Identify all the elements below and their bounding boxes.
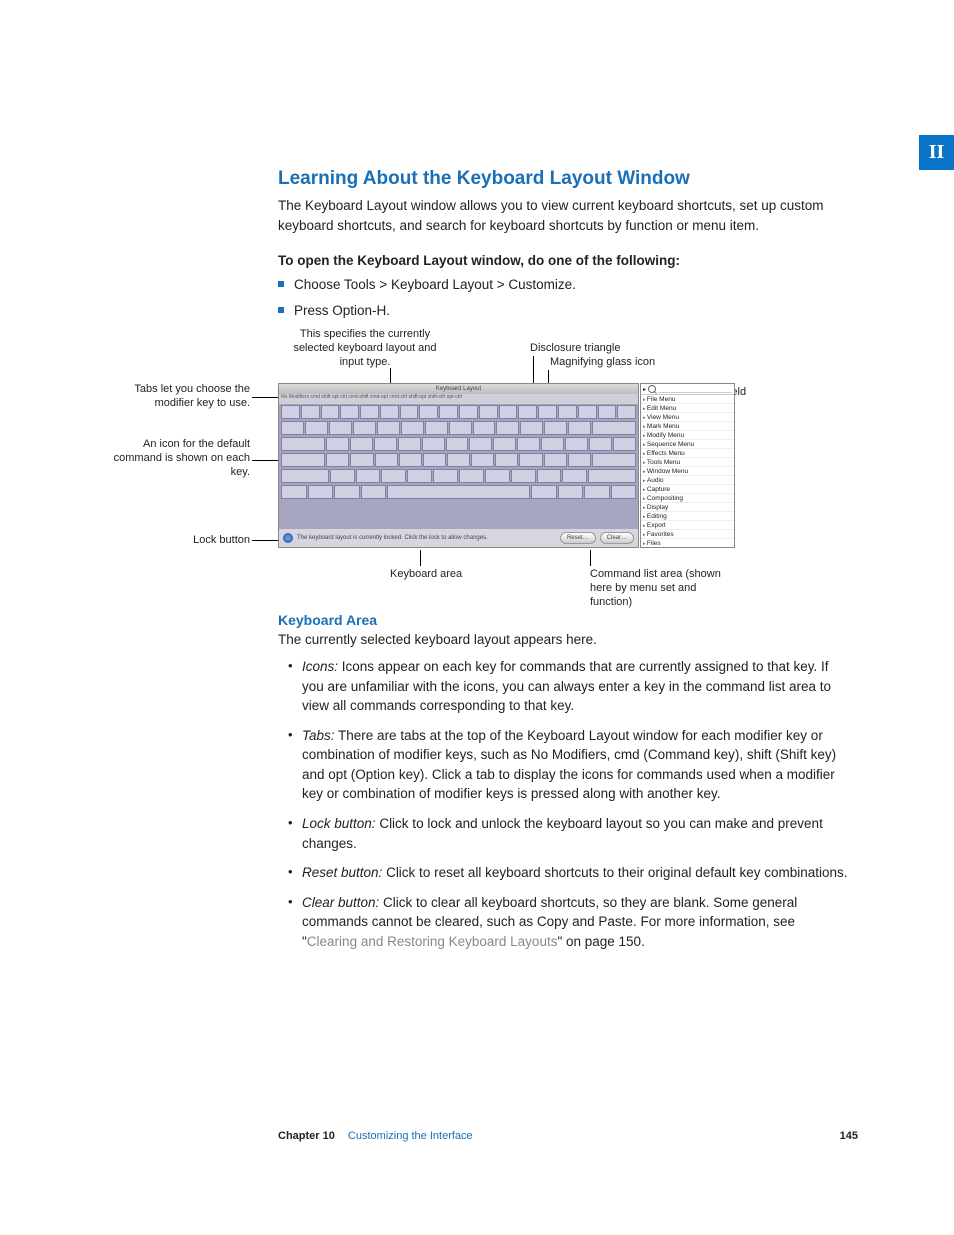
command-list-item[interactable]: Sequence Menu: [641, 440, 734, 449]
definition-text: Click to lock and unlock the keyboard la…: [302, 816, 823, 851]
command-list-item[interactable]: Window Menu: [641, 467, 734, 476]
command-list-item[interactable]: Capture: [641, 485, 734, 494]
cross-reference-link[interactable]: Clearing and Restoring Keyboard Layouts: [307, 934, 558, 949]
open-step: Press Option-H.: [278, 300, 858, 322]
definition-text: Click to reset all keyboard shortcuts to…: [382, 865, 847, 880]
lock-icon[interactable]: [283, 533, 293, 543]
definition-term: Lock button:: [302, 816, 376, 831]
intro-paragraph: The Keyboard Layout window allows you to…: [278, 196, 858, 235]
command-list-items[interactable]: File MenuEdit MenuView MenuMark MenuModi…: [641, 395, 734, 548]
command-list-item[interactable]: Export: [641, 521, 734, 530]
lock-status-text: The keyboard layout is currently locked.…: [297, 535, 556, 541]
open-steps-list: Choose Tools > Keyboard Layout > Customi…: [278, 274, 858, 321]
open-instruction-lead: To open the Keyboard Layout window, do o…: [278, 253, 858, 268]
command-list-item[interactable]: Modify Menu: [641, 431, 734, 440]
command-list-item[interactable]: Editing: [641, 512, 734, 521]
chapter-name: Customizing the Interface: [348, 1130, 473, 1142]
chapter-number: Chapter 10: [278, 1130, 335, 1142]
search-input[interactable]: [658, 386, 732, 393]
command-list-item[interactable]: Display: [641, 503, 734, 512]
page-number: 145: [840, 1130, 858, 1142]
command-list-item[interactable]: Tools Menu: [641, 458, 734, 467]
section-heading: Learning About the Keyboard Layout Windo…: [278, 168, 858, 190]
command-list-item[interactable]: Audio: [641, 476, 734, 485]
definition-text: There are tabs at the top of the Keyboar…: [302, 728, 836, 802]
callout-keyboard-area: Keyboard area: [390, 568, 462, 582]
command-list-panel: ▸ File MenuEdit MenuView MenuMark MenuMo…: [640, 383, 735, 548]
definition-term: Icons:: [302, 659, 338, 674]
callout-command-list: Command list area (shown here by menu se…: [590, 568, 740, 609]
definition-term: Reset button:: [302, 865, 382, 880]
search-row: ▸: [641, 384, 734, 395]
keyboard-area[interactable]: [279, 404, 638, 529]
status-bar: The keyboard layout is currently locked.…: [279, 529, 638, 547]
command-list-item[interactable]: Mark Menu: [641, 422, 734, 431]
command-list-item[interactable]: Compositing: [641, 494, 734, 503]
callout-lock-button: Lock button: [110, 534, 250, 548]
disclosure-icon[interactable]: ▸: [643, 386, 646, 393]
definition-item: Lock button: Click to lock and unlock th…: [288, 814, 848, 853]
callout-magnify: Magnifying glass icon: [550, 356, 690, 370]
command-list-item[interactable]: View Menu: [641, 413, 734, 422]
open-step: Choose Tools > Keyboard Layout > Customi…: [278, 274, 858, 296]
modifier-tabs[interactable]: No Modifiers cmd shift opt ctrl cmd-shif…: [279, 394, 638, 404]
definition-term: Tabs:: [302, 728, 335, 743]
callout-tabs: Tabs let you choose the modifier key to …: [110, 383, 250, 411]
command-list-item[interactable]: Effects Menu: [641, 449, 734, 458]
command-list-item[interactable]: Favorites: [641, 530, 734, 539]
keyboard-layout-window: Keyboard Layout No Modifiers cmd shift o…: [278, 383, 639, 548]
definition-term: Clear button:: [302, 895, 379, 910]
callout-default-icon: An icon for the default command is shown…: [110, 438, 250, 479]
command-list-item[interactable]: Edit Menu: [641, 404, 734, 413]
magnifying-glass-icon[interactable]: [648, 385, 656, 393]
subsection-heading: Keyboard Area: [278, 612, 848, 628]
clear-button[interactable]: Clear…: [600, 532, 634, 544]
keyboard-layout-diagram: This specifies the currently selected ke…: [110, 328, 770, 598]
definition-text: Icons appear on each key for commands th…: [302, 659, 831, 713]
page-footer: Chapter 10 Customizing the Interface 145: [278, 1130, 858, 1142]
part-tab: II: [919, 135, 954, 170]
definition-list: Icons: Icons appear on each key for comm…: [278, 657, 848, 951]
command-list-item[interactable]: File Menu: [641, 395, 734, 404]
definition-item: Icons: Icons appear on each key for comm…: [288, 657, 848, 716]
subsection-intro: The currently selected keyboard layout a…: [278, 632, 848, 647]
callout-disclosure: Disclosure triangle: [530, 342, 650, 356]
callout-layout-type: This specifies the currently selected ke…: [285, 328, 445, 369]
window-title: Keyboard Layout: [279, 384, 638, 394]
definition-item: Clear button: Click to clear all keyboar…: [288, 893, 848, 952]
definition-item: Reset button: Click to reset all keyboar…: [288, 863, 848, 883]
command-list-item[interactable]: Files: [641, 539, 734, 548]
reset-button[interactable]: Reset…: [560, 532, 596, 544]
definition-item: Tabs: There are tabs at the top of the K…: [288, 726, 848, 804]
